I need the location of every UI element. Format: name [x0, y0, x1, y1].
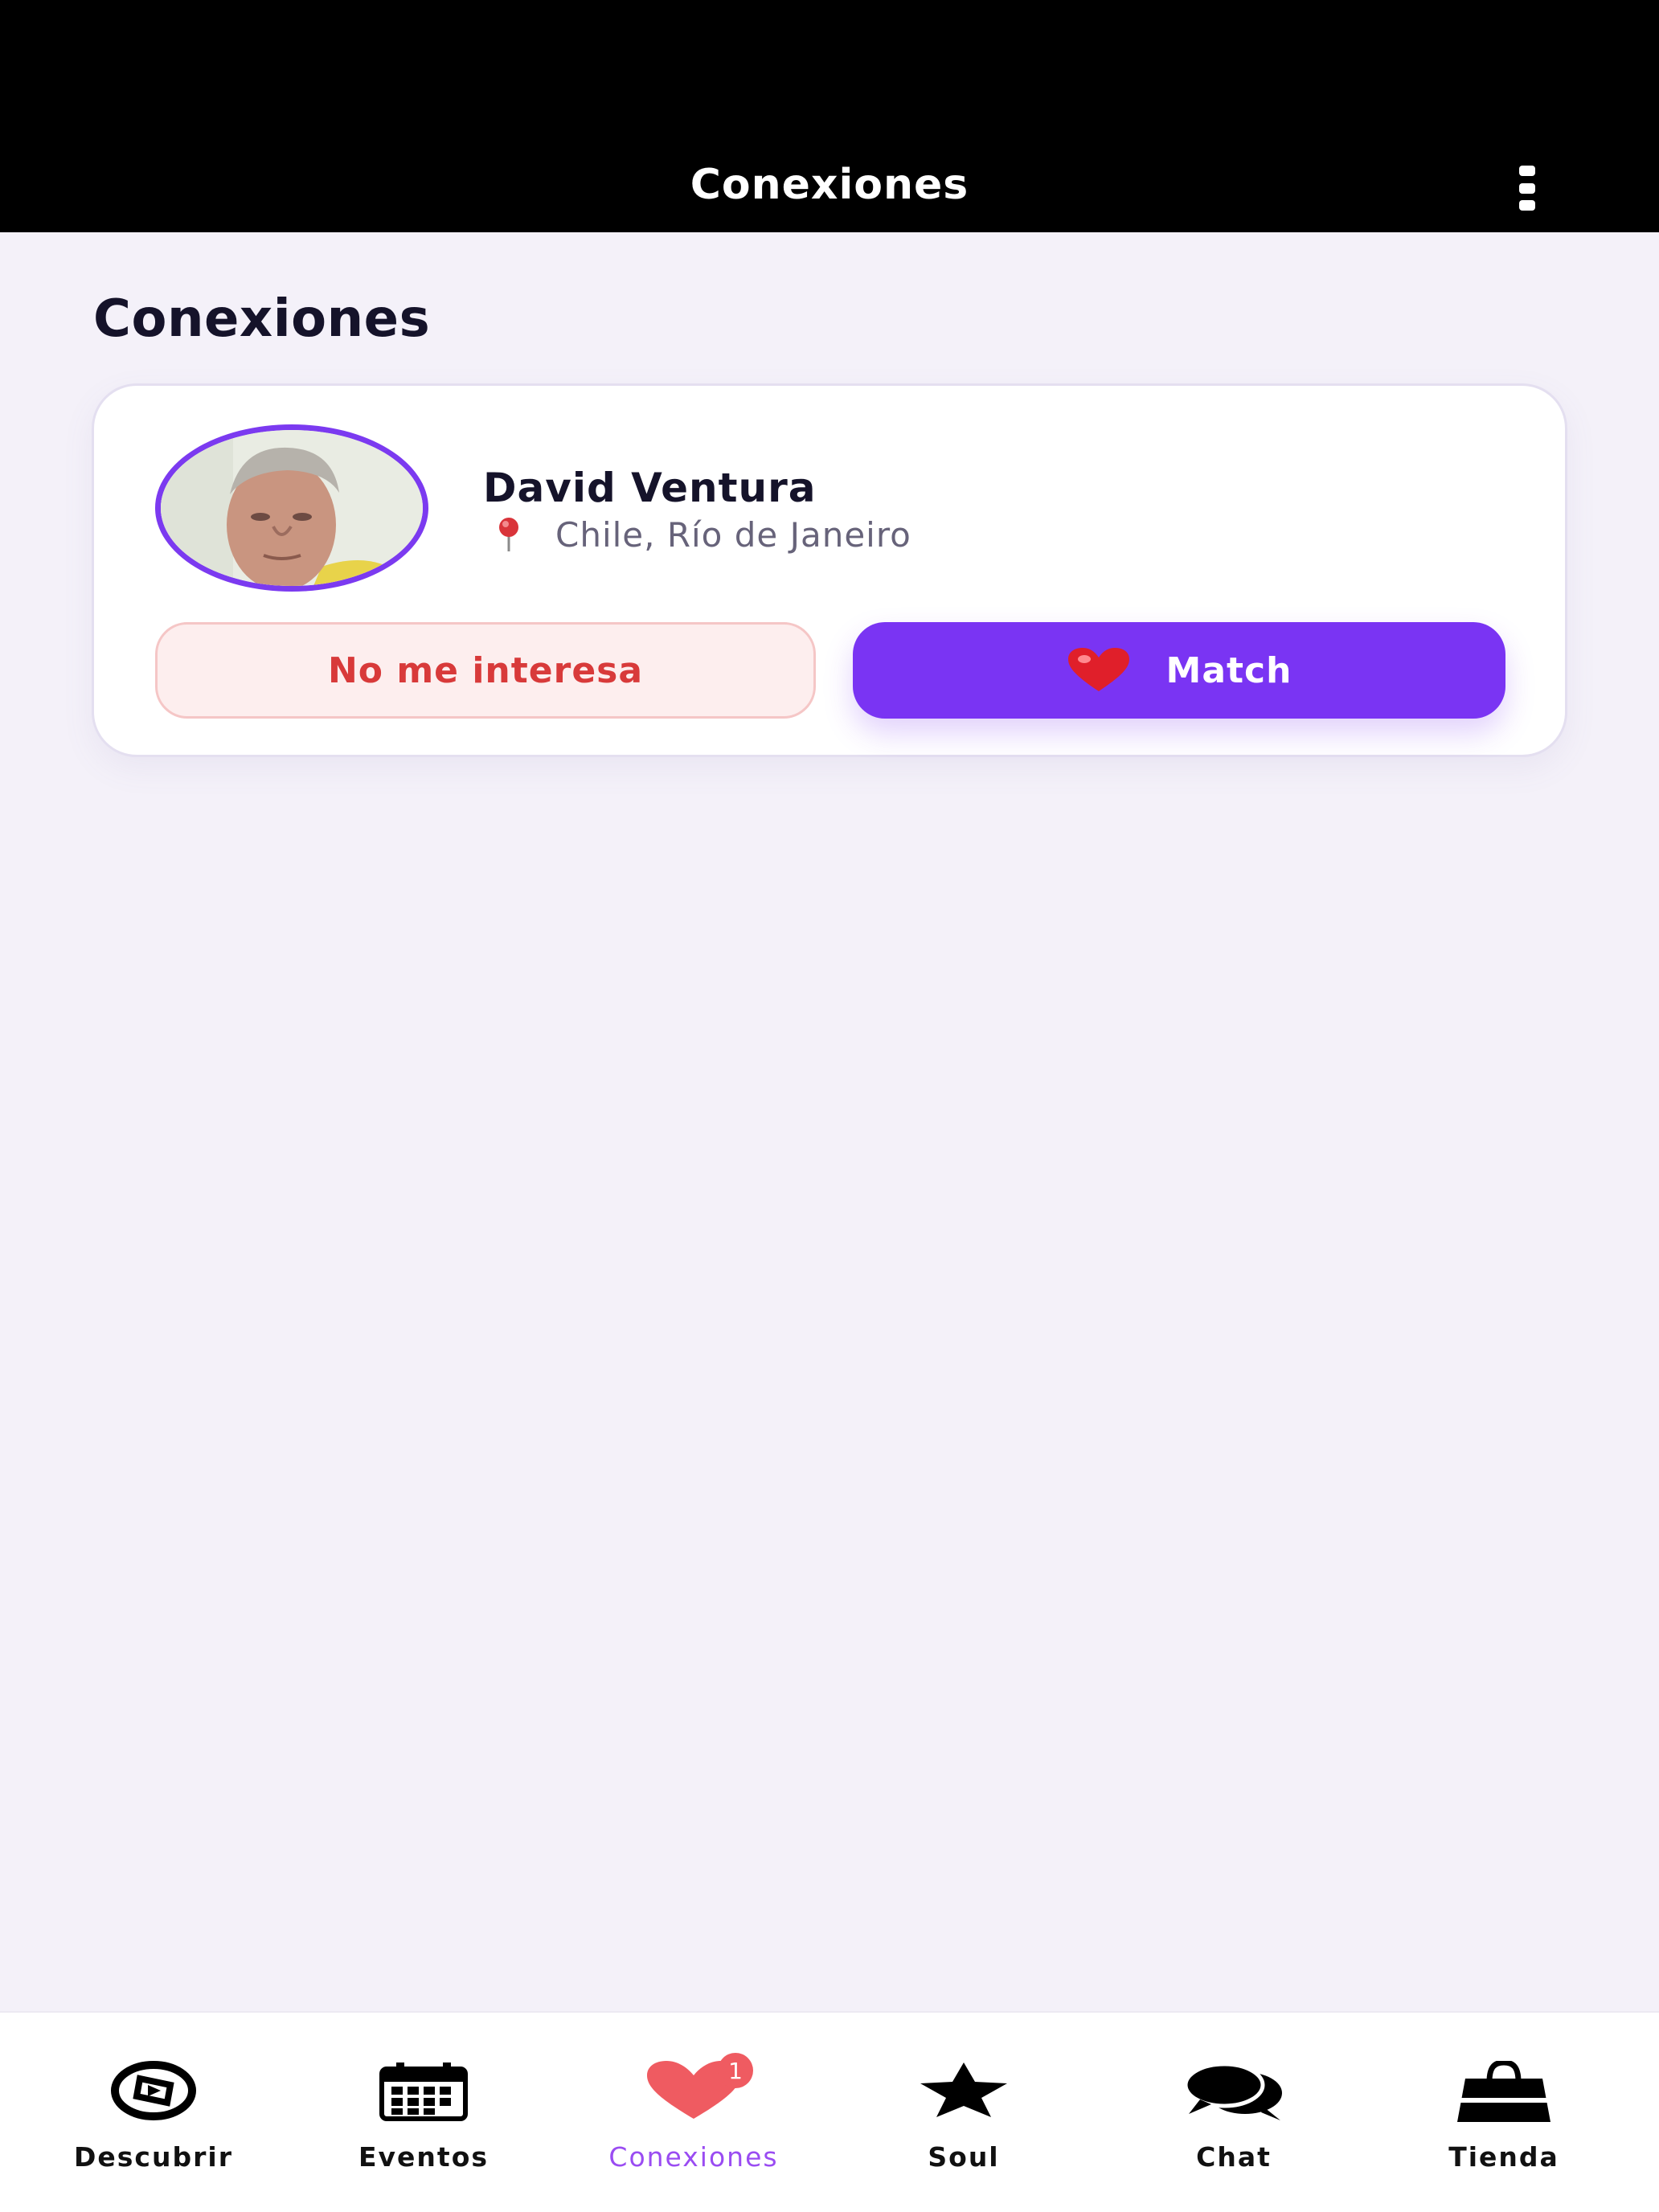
decline-button[interactable]: No me interesa — [155, 622, 816, 719]
heart-icon — [1067, 648, 1129, 691]
notification-badge: 1 — [718, 2053, 753, 2088]
connection-name: David Ventura — [483, 465, 817, 511]
chat-bubbles-icon — [1184, 2062, 1282, 2120]
header-title: Conexiones — [690, 161, 969, 209]
profile-photo — [161, 430, 423, 586]
decline-label: No me interesa — [327, 649, 644, 691]
nav-label-tienda: Tienda — [1448, 2141, 1559, 2173]
match-label: Match — [1165, 649, 1292, 691]
nav-label-conexiones: Conexiones — [608, 2141, 779, 2173]
star-icon — [920, 2062, 1007, 2117]
nav-label-chat: Chat — [1196, 2141, 1272, 2173]
compass-icon — [111, 2061, 196, 2120]
pushpin-icon — [499, 518, 518, 551]
shopping-bag-icon — [1457, 2061, 1550, 2122]
nav-item-descubrir[interactable]: Descubrir — [57, 2013, 250, 2173]
bottom-nav: Descubrir Eventos 1 Conexiones Soul Chat… — [0, 2011, 1659, 2212]
avatar[interactable] — [155, 424, 428, 592]
nav-item-chat[interactable]: Chat — [1137, 2013, 1330, 2173]
match-button[interactable]: Match — [853, 622, 1505, 719]
app-header: Conexiones — [0, 0, 1659, 232]
kebab-menu-icon[interactable] — [1511, 166, 1543, 211]
connection-location: Chile, Río de Janeiro — [494, 514, 911, 555]
nav-label-descubrir: Descubrir — [74, 2141, 233, 2173]
nav-label-soul: Soul — [928, 2141, 1000, 2173]
nav-label-eventos: Eventos — [358, 2141, 490, 2173]
nav-item-conexiones[interactable]: 1 Conexiones — [597, 2013, 790, 2173]
nav-item-eventos[interactable]: Eventos — [327, 2013, 520, 2173]
nav-item-tienda[interactable]: Tienda — [1407, 2013, 1600, 2173]
nav-item-soul[interactable]: Soul — [867, 2013, 1060, 2173]
page-title: Conexiones — [93, 289, 431, 349]
connection-card: David Ventura Chile, Río de Janeiro No m… — [92, 383, 1567, 757]
location-text: Chile, Río de Janeiro — [555, 514, 911, 555]
calendar-icon — [379, 2062, 468, 2121]
